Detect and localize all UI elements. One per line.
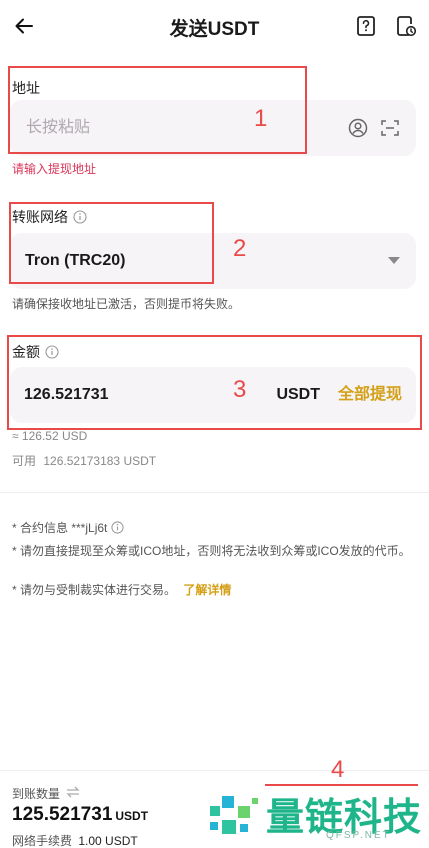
ico-warning: * 请勿直接提现至众筹或ICO地址，否则将无法收到众筹或ICO发放的代币。 bbox=[12, 544, 411, 558]
available-balance: 可用 126.52173183 USDT bbox=[12, 454, 157, 468]
contract-info: * 合约信息 ***jLj6t bbox=[12, 520, 417, 536]
annotation-number-1: 1 bbox=[254, 105, 268, 132]
scan-icon[interactable] bbox=[379, 117, 401, 139]
info-icon[interactable] bbox=[111, 521, 125, 535]
annotation-box-3 bbox=[7, 335, 422, 430]
watermark-logo: 量链科技 QFSP.NET bbox=[208, 786, 429, 848]
network-hint: 请确保接收地址已激活，否则提币将失败。 bbox=[12, 297, 241, 311]
watermark-logo-icon bbox=[210, 796, 258, 834]
address-error: 请输入提现地址 bbox=[12, 162, 97, 176]
watermark-subtext: QFSP.NET bbox=[326, 830, 391, 841]
network-fee: 网络手续费 1.00 USDT bbox=[12, 834, 138, 848]
help-document-icon[interactable] bbox=[354, 14, 378, 38]
history-document-icon[interactable] bbox=[394, 14, 418, 38]
annotation-number-3: 3 bbox=[233, 376, 247, 403]
receive-label: 到账数量 bbox=[12, 785, 80, 802]
swap-icon[interactable] bbox=[66, 786, 80, 801]
receive-amount: 125.521731 USDT bbox=[12, 804, 149, 825]
annotation-number-4: 4 bbox=[331, 756, 345, 783]
annotation-number-2: 2 bbox=[233, 235, 247, 262]
amount-approx: ≈ 126.52 USD bbox=[12, 429, 88, 443]
learn-more-link[interactable]: 了解详情 bbox=[183, 583, 231, 597]
sanction-warning: * 请勿与受制裁实体进行交易。 了解详情 bbox=[12, 583, 232, 597]
section-divider bbox=[0, 492, 429, 493]
caret-down-icon bbox=[388, 257, 400, 264]
annotation-box-2 bbox=[9, 202, 214, 284]
header: 发送USDT bbox=[0, 0, 429, 52]
address-book-icon[interactable] bbox=[347, 117, 369, 139]
